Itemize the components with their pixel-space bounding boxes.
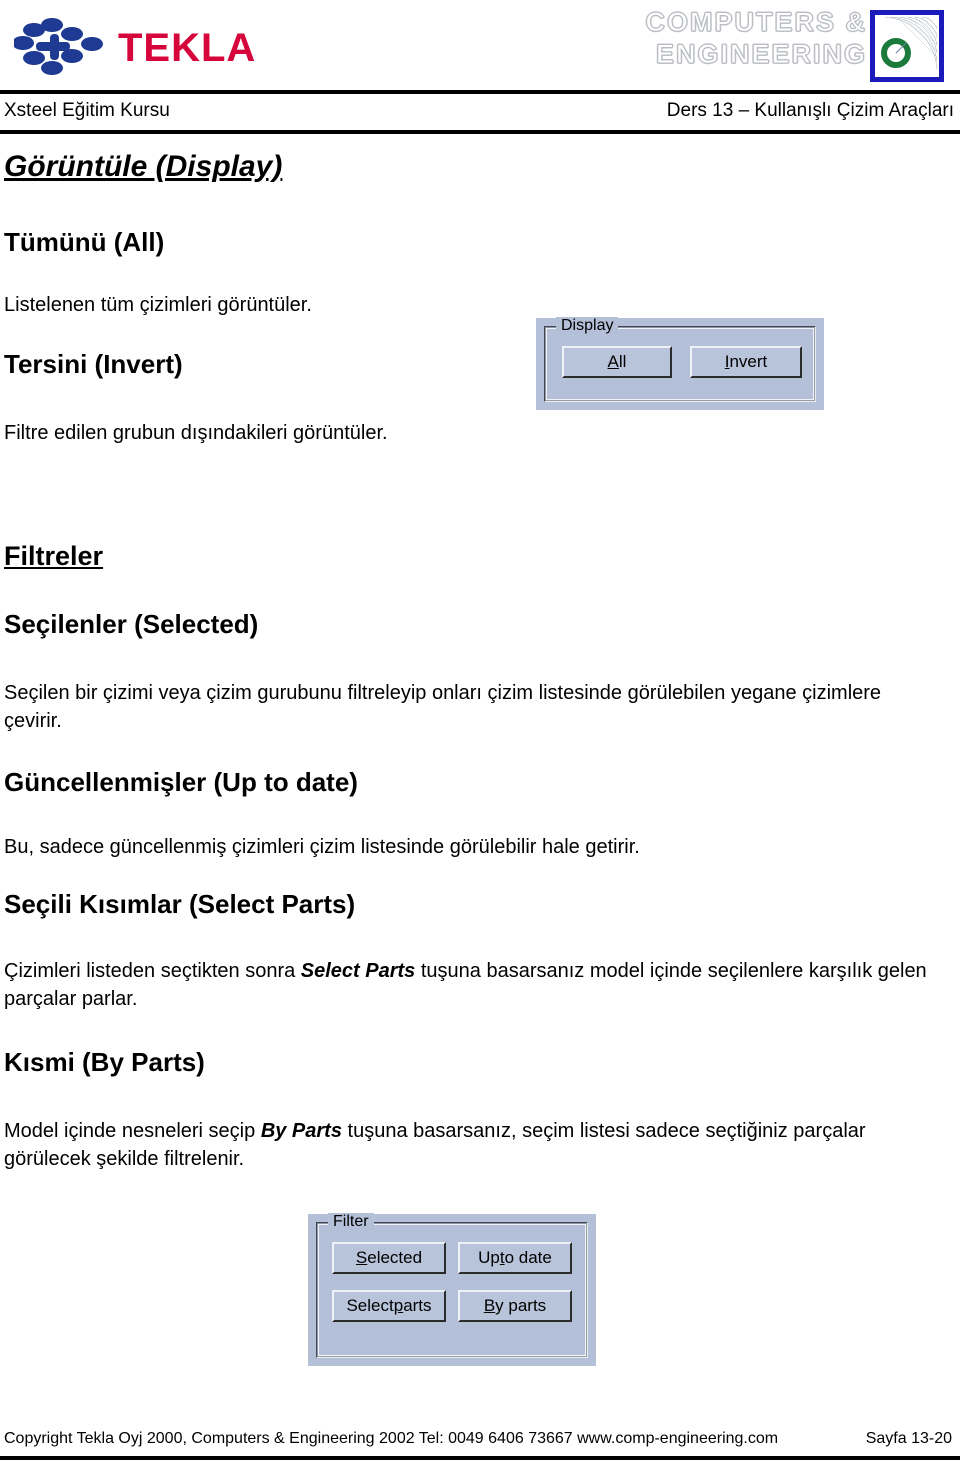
display-groupbox: Display All Invert (544, 317, 816, 402)
all-button-rest: ll (618, 352, 627, 371)
by-parts-button[interactable]: By parts (458, 1290, 572, 1322)
header-rule-top (0, 90, 960, 94)
up-to-date-button-rest: o date (504, 1248, 552, 1267)
paragraph-all: Listelenen tüm çizimleri görüntüler. (4, 294, 312, 316)
page-footer: Copyright Tekla Oyj 2000, Computers & En… (0, 1430, 960, 1476)
heading-all: Tümünü (All) (4, 227, 165, 257)
ce-line-1: COMPUTERS & (645, 7, 867, 38)
tekla-network-icon (14, 18, 103, 75)
paragraph-invert: Filtre edilen grubun dışındakileri görün… (4, 422, 388, 444)
select-parts-button-pre: Select (346, 1296, 394, 1315)
heading-invert: Tersini (Invert) (4, 349, 183, 379)
heading-select-parts: Seçili Kısımlar (Select Parts) (4, 889, 356, 919)
invert-button-rest: nvert (729, 352, 768, 371)
display-groupbox-title: Display (556, 317, 619, 335)
bp-text-a: Model içinde nesneleri seçip (4, 1120, 261, 1142)
page-header: TEKLA COMPUTERS & ENGINEERING (0, 0, 960, 96)
select-parts-button-rest: arts (403, 1296, 432, 1315)
filter-groupbox-title: Filter (328, 1213, 374, 1231)
heading-display: Görüntüle (Display) (4, 150, 283, 183)
all-button[interactable]: All (562, 346, 672, 378)
by-parts-button-rest: y parts (495, 1296, 547, 1315)
tekla-wordmark: TEKLA (118, 26, 257, 70)
ce-badge-graphic (875, 15, 939, 77)
invert-button[interactable]: Invert (690, 346, 802, 378)
paragraph-select-parts: Çizimleri listeden seçtikten sonra Selec… (4, 958, 939, 1013)
selected-button-accel: S (355, 1248, 368, 1267)
all-button-accel: A (607, 352, 619, 371)
tekla-logo: TEKLA (10, 12, 270, 82)
selected-button[interactable]: Selected (332, 1242, 446, 1274)
up-to-date-button[interactable]: Up to date (458, 1242, 572, 1274)
filter-groupbox: Filter Selected Up to date Select p arts … (316, 1213, 588, 1358)
heading-selected: Seçilenler (Selected) (4, 609, 259, 639)
display-dialog-screenshot: Display All Invert (536, 317, 824, 410)
by-parts-button-accel: B (483, 1296, 496, 1315)
paragraph-selected: Seçilen bir çizimi veya çizim gurubunu f… (4, 682, 882, 732)
up-to-date-button-pre: Up (478, 1248, 500, 1267)
ce-badge-icon (870, 10, 944, 82)
footer-copyright: Copyright Tekla Oyj 2000, Computers & En… (4, 1430, 779, 1447)
header-rule-bottom (0, 130, 960, 134)
footer-page-number: Sayfa 13-20 (865, 1430, 952, 1447)
paragraph-by-parts: Model içinde nesneleri seçip By Parts tu… (4, 1118, 939, 1173)
running-head-right: Ders 13 – Kullanışlı Çizim Araçları (666, 100, 954, 121)
ce-line-2: ENGINEERING (655, 39, 867, 70)
paragraph-uptodate: Bu, sadece güncellenmiş çizimleri çizim … (4, 836, 640, 858)
running-head-left: Xsteel Eğitim Kursu (4, 100, 170, 121)
sp-text-bold: Select Parts (300, 960, 416, 982)
sp-text-a: Çizimleri listeden seçtikten sonra (4, 960, 301, 982)
bp-text-bold: By Parts (260, 1120, 342, 1142)
heading-filters: Filtreler (4, 541, 104, 571)
footer-rule (0, 1456, 960, 1460)
filter-dialog-screenshot: Filter Selected Up to date Select p arts … (308, 1213, 596, 1366)
computers-engineering-text: COMPUTERS & ENGINEERING (622, 6, 867, 70)
heading-by-parts: Kısmi (By Parts) (4, 1047, 205, 1077)
select-parts-button[interactable]: Select p arts (332, 1290, 446, 1322)
running-head: Xsteel Eğitim Kursu Ders 13 – Kullanışlı… (0, 96, 960, 128)
select-parts-button-accel: p (393, 1296, 404, 1315)
selected-button-rest: elected (367, 1248, 423, 1267)
computers-engineering-logo: COMPUTERS & ENGINEERING (622, 4, 952, 88)
heading-uptodate: Güncellenmişler (Up to date) (4, 767, 358, 797)
